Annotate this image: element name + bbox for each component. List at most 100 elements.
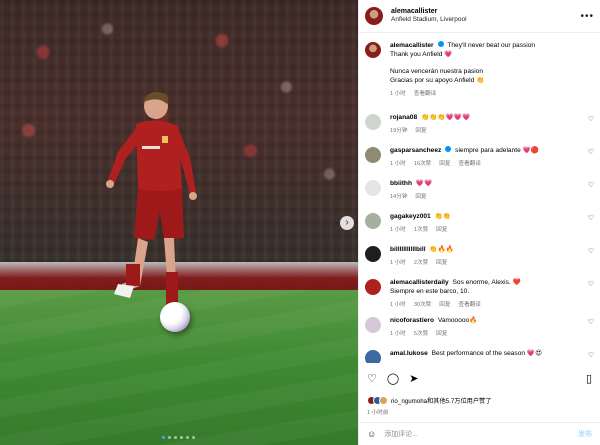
comment-item: gagakeyz001 👏👏 1 小时 1次赞 回复 ♡: [365, 213, 594, 233]
comment-text: Sos enorme, Alexis. ❤️: [452, 279, 521, 286]
carousel-dot: [174, 436, 177, 439]
caption-line: [390, 60, 594, 68]
comment-username[interactable]: amal.lukose: [390, 350, 428, 357]
comment-username[interactable]: billlllllllllbill: [390, 246, 426, 253]
comment-time: 14分钟: [390, 193, 408, 200]
heart-icon[interactable]: ♡: [588, 148, 594, 156]
likes-text[interactable]: rio_ngumoha和其他5.7万位用户赞了: [391, 396, 491, 405]
comment-username[interactable]: nicoforastiero: [390, 317, 434, 324]
emoji-icon[interactable]: ☺: [367, 429, 376, 439]
caption-line: They'll never beat our passion: [447, 42, 536, 49]
post-header: alemacallister Anfield Stadium, Liverpoo…: [359, 0, 600, 33]
comment-likes[interactable]: 1次赞: [414, 225, 428, 233]
caption-line: Gracias por su apoyo Anfield 👏: [390, 76, 485, 84]
comment-text: 👏👏👏💗💗💗: [420, 114, 471, 121]
avatar[interactable]: [365, 147, 381, 163]
heart-icon[interactable]: ♡: [588, 181, 594, 189]
likes-summary[interactable]: rio_ngumoha和其他5.7万位用户赞了: [367, 396, 491, 405]
heart-icon[interactable]: ♡: [588, 280, 594, 288]
reply-button[interactable]: 回复: [415, 192, 426, 200]
reply-button[interactable]: 回复: [415, 126, 426, 134]
comment-username[interactable]: gagakeyz001: [390, 213, 431, 220]
post-comment-button[interactable]: 发布: [578, 429, 592, 439]
post-actions: ♡ ◯ ➤ ▯: [367, 372, 592, 385]
comment-item: nicoforastiero Vamooooo🔥 1 小时 5次赞 回复 ♡: [365, 317, 594, 337]
reply-button[interactable]: 回复: [436, 225, 447, 233]
bookmark-icon[interactable]: ▯: [586, 372, 592, 385]
comment-username[interactable]: rojana08: [390, 114, 417, 121]
carousel-dot: [192, 436, 195, 439]
comment-likes[interactable]: 30次赞: [414, 300, 431, 308]
comment-time: 1 小时: [390, 226, 406, 233]
comment-likes[interactable]: 16次赞: [414, 159, 431, 167]
heart-icon[interactable]: ♡: [588, 247, 594, 255]
comment-likes[interactable]: 5次赞: [414, 329, 428, 337]
avatar[interactable]: [365, 7, 383, 25]
avatar[interactable]: [365, 42, 381, 58]
comment-time: 1 小时: [390, 259, 406, 266]
heart-icon[interactable]: ♡: [588, 115, 594, 123]
comment-item: amal.lukose Best performance of the seas…: [365, 350, 594, 363]
comment-input[interactable]: 添加评论...: [384, 429, 418, 439]
comment-text: siempre para adelante 💗🔴: [455, 147, 540, 154]
carousel-dot: [180, 436, 183, 439]
comment-text-line2: Siempre en este barco, 10.: [390, 287, 470, 295]
verified-badge-icon: [437, 41, 444, 48]
post-side-panel: alemacallister Anfield Stadium, Liverpoo…: [358, 0, 600, 445]
avatar[interactable]: [365, 246, 381, 262]
liker-avatar: [379, 396, 388, 405]
comment-time: 1 小时: [390, 330, 406, 337]
comment-item: alemacallisterdaily Sos enorme, Alexis. …: [365, 279, 594, 308]
reply-button[interactable]: 回复: [436, 329, 447, 337]
add-comment-bar: ☺ 添加评论... 发布: [359, 422, 600, 445]
comment-time: 1 小时: [390, 301, 406, 308]
heart-icon[interactable]: ♡: [588, 351, 594, 359]
comment-item: bbiithh 💗💗 14分钟 回复 ♡: [365, 180, 594, 200]
post-location[interactable]: Anfield Stadium, Liverpool: [391, 16, 467, 23]
football: [160, 302, 190, 332]
translate-link[interactable]: 查看翻译: [414, 89, 436, 97]
chevron-right-icon[interactable]: ›: [340, 216, 354, 230]
comment-text: 💗💗: [415, 180, 433, 187]
comment-icon[interactable]: ◯: [387, 372, 399, 385]
heart-icon[interactable]: ♡: [588, 318, 594, 326]
avatar[interactable]: [365, 350, 381, 363]
comment-username[interactable]: gasparsancheez: [390, 147, 441, 154]
post-media[interactable]: ›: [0, 0, 358, 445]
comment-item: rojana08 👏👏👏💗💗💗 19分钟 回复 ♡: [365, 114, 594, 134]
heart-icon[interactable]: ♡: [367, 372, 377, 385]
caption-line: Thank you Anfield 💗: [390, 50, 453, 58]
comment-time: 19分钟: [390, 127, 408, 134]
avatar[interactable]: [365, 279, 381, 295]
comment-item: billlllllllllbill 👏🔥🔥 1 小时 2次赞 回复 ♡: [365, 246, 594, 266]
reply-button[interactable]: 回复: [439, 300, 450, 308]
translate-link[interactable]: 查看翻译: [458, 300, 480, 308]
carousel-dot-active: [162, 436, 165, 439]
more-horizontal-icon[interactable]: •••: [580, 11, 594, 22]
comment-text: 👏👏: [434, 213, 451, 220]
comment-likes[interactable]: 2次赞: [414, 258, 428, 266]
post-time: 1 小时前: [367, 410, 389, 416]
comment-item: gasparsancheez siempre para adelante 💗🔴 …: [365, 146, 594, 167]
heart-icon[interactable]: ♡: [588, 214, 594, 222]
comment-username[interactable]: bbiithh: [390, 180, 412, 187]
reply-button[interactable]: 回复: [439, 159, 450, 167]
comment-text: 👏🔥🔥: [429, 246, 455, 253]
comment-time: 1 小时: [390, 160, 406, 167]
comment-username[interactable]: alemacallisterdaily: [390, 279, 449, 286]
avatar[interactable]: [365, 317, 381, 333]
player-figure: [106, 92, 197, 320]
share-icon[interactable]: ➤: [409, 372, 418, 385]
carousel-dots: [162, 436, 195, 439]
comment-list[interactable]: alemacallister They'll never beat our pa…: [359, 38, 600, 363]
avatar[interactable]: [365, 114, 381, 130]
author-username[interactable]: alemacallister: [391, 8, 467, 16]
caption-time: 1 小时: [390, 90, 406, 97]
avatar[interactable]: [365, 180, 381, 196]
comment-text: Best performance of the season 💗😍: [431, 350, 542, 357]
carousel-dot: [186, 436, 189, 439]
caption-username[interactable]: alemacallister: [390, 42, 434, 49]
translate-link[interactable]: 查看翻译: [458, 159, 480, 167]
reply-button[interactable]: 回复: [436, 258, 447, 266]
avatar[interactable]: [365, 213, 381, 229]
